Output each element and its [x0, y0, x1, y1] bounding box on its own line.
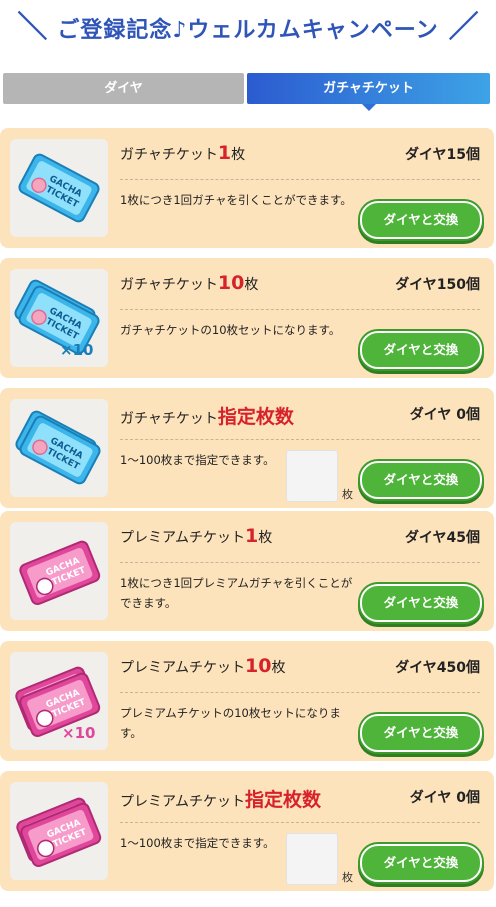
product-price: ダイヤ 0個: [409, 407, 480, 423]
quantity-unit: 枚: [342, 871, 353, 884]
exchange-button[interactable]: ダイヤと交換: [360, 584, 482, 622]
product-description: 1～100枚まで指定できます。: [120, 453, 275, 467]
tab-diamond[interactable]: ダイヤ: [3, 73, 244, 104]
product-description: ガチャチケットの10枚セットになります。: [120, 323, 341, 337]
product-description: 1枚につき1回ガチャを引くことができます。: [120, 193, 352, 207]
gacha-ticket-bundle-icon: ×10: [10, 269, 108, 367]
product-card-gacha-10: ×10 ガチャチケット10枚 ダイヤ150個 ガチャチケットの10枚セットになり…: [0, 258, 494, 378]
product-card-gacha-custom: ガチャチケット指定枚数 ダイヤ 0個 1～100枚まで指定できます。 枚 ダイヤ…: [0, 388, 494, 508]
product-title: プレミアムチケット指定枚数: [120, 789, 322, 811]
exchange-button[interactable]: ダイヤと交換: [360, 331, 482, 369]
slash-left-icon: ＼: [17, 10, 48, 45]
product-title: プレミアムチケット1枚: [120, 525, 273, 547]
campaign-header: ＼ ご登録記念♪ウェルカムキャンペーン ／: [0, 8, 496, 48]
gacha-ticket-stack-icon: [10, 399, 108, 497]
premium-ticket-bundle-icon: ×10: [10, 652, 108, 750]
product-card-premium-10: ×10 プレミアムチケット10枚 ダイヤ450個 プレミアムチケットの10枚セッ…: [0, 641, 494, 761]
product-title: ガチャチケット指定枚数: [120, 406, 294, 428]
tab-pointer-icon: [361, 104, 376, 111]
product-card-gacha-1: ガチャチケット1枚 ダイヤ15個 1枚につき1回ガチャを引くことができます。 ダ…: [0, 128, 494, 248]
product-description: プレミアムチケットの10枚セットになります。: [120, 706, 341, 740]
divider: [120, 179, 480, 180]
divider: [120, 439, 480, 440]
exchange-button[interactable]: ダイヤと交換: [360, 844, 482, 882]
tab-gacha-ticket[interactable]: ガチャチケット: [247, 73, 490, 111]
divider: [120, 822, 480, 823]
product-price: ダイヤ 0個: [409, 790, 480, 806]
premium-ticket-icon: [10, 522, 108, 620]
times10-label: ×10: [60, 341, 94, 359]
product-price: ダイヤ450個: [395, 660, 480, 676]
exchange-button[interactable]: ダイヤと交換: [360, 461, 482, 499]
product-title: ガチャチケット10枚: [120, 272, 259, 294]
divider: [120, 562, 480, 563]
gacha-ticket-icon: [10, 139, 108, 237]
quantity-input[interactable]: [286, 450, 338, 502]
quantity-unit: 枚: [342, 488, 353, 501]
product-price: ダイヤ15個: [404, 147, 480, 163]
product-title: ガチャチケット1枚: [120, 142, 246, 164]
times10-label: ×10: [62, 724, 96, 742]
divider: [120, 692, 480, 693]
quantity-input[interactable]: [286, 833, 338, 885]
tab-gacha-ticket-label: ガチャチケット: [323, 81, 414, 96]
product-title: プレミアムチケット10枚: [120, 655, 286, 677]
product-description: 1～100枚まで指定できます。: [120, 836, 275, 850]
product-card-premium-1: プレミアムチケット1枚 ダイヤ45個 1枚につき1回プレミアムガチャを引くことが…: [0, 511, 494, 631]
tab-bar: ダイヤ ガチャチケット: [3, 73, 490, 111]
product-price: ダイヤ45個: [404, 530, 480, 546]
slash-right-icon: ／: [448, 10, 479, 45]
product-price: ダイヤ150個: [395, 277, 480, 293]
divider: [120, 309, 480, 310]
product-card-premium-custom: プレミアムチケット指定枚数 ダイヤ 0個 1～100枚まで指定できます。 枚 ダ…: [0, 771, 494, 891]
page-title: ご登録記念♪ウェルカムキャンペーン: [57, 18, 439, 43]
premium-ticket-stack-icon: [10, 782, 108, 880]
exchange-button[interactable]: ダイヤと交換: [360, 714, 482, 752]
product-description: 1枚につき1回プレミアムガチャを引くことができます。: [120, 576, 353, 610]
exchange-button[interactable]: ダイヤと交換: [360, 201, 482, 239]
